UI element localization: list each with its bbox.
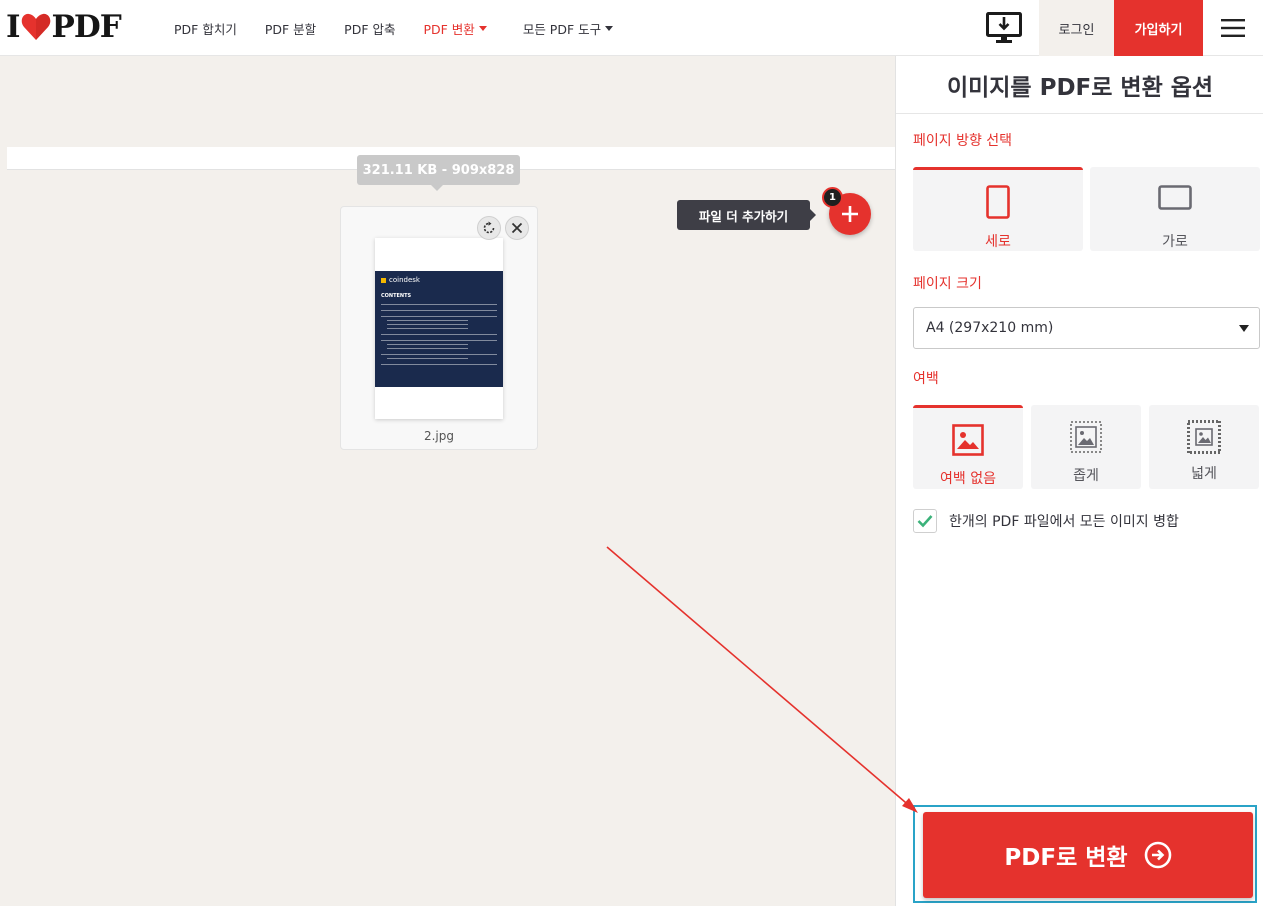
- arrow-right-circle-icon: [1144, 841, 1171, 869]
- margin-big-label: 넓게: [1191, 466, 1217, 482]
- merge-images-option[interactable]: 한개의 PDF 파일에서 모든 이미지 병합: [913, 509, 1179, 533]
- thumbnail-line: [381, 364, 497, 365]
- thumbnail-line: [381, 316, 497, 317]
- menu-icon: [1221, 19, 1245, 37]
- orientation-landscape-label: 가로: [1162, 234, 1188, 250]
- sidebar-title: 이미지를 PDF로 변환 옵션: [896, 56, 1263, 114]
- thumbnail-line: [381, 354, 497, 355]
- orientation-landscape-option[interactable]: 가로: [1090, 167, 1260, 251]
- thumbnail-cover: coindesk CONTENTS: [375, 271, 503, 387]
- desktop-app-button[interactable]: [968, 0, 1039, 56]
- page-size-select[interactable]: A4 (297x210 mm): [913, 307, 1260, 349]
- thumbnail-line: [381, 334, 497, 335]
- file-thumbnail: coindesk CONTENTS: [375, 238, 503, 419]
- plus-icon: [842, 206, 858, 222]
- add-more-tooltip: 파일 더 추가하기: [677, 200, 816, 230]
- convert-button-highlight: PDF로 변환: [913, 805, 1257, 903]
- nav-convert-pdf[interactable]: PDF 변환: [423, 19, 487, 38]
- brand-mark-icon: [381, 277, 386, 283]
- image-no-margin-icon: [952, 422, 984, 458]
- nav-compress-pdf[interactable]: PDF 압축: [344, 19, 395, 38]
- portrait-page-icon: [986, 184, 1010, 219]
- thumbnail-brand: coindesk: [381, 276, 497, 284]
- close-icon: [511, 222, 523, 234]
- caret-down-icon: [478, 25, 487, 31]
- monitor-download-icon: [985, 12, 1022, 43]
- merge-checkbox[interactable]: [913, 509, 937, 533]
- margin-none-label: 여백 없음: [940, 471, 996, 487]
- page-size-label: 페이지 크기: [913, 276, 982, 292]
- ilovepdf-logo[interactable]: I PDF: [6, 9, 122, 45]
- landscape-page-icon: [1158, 181, 1192, 215]
- image-small-margin-icon: [1070, 419, 1102, 455]
- nav-merge-pdf[interactable]: PDF 합치기: [174, 19, 237, 38]
- nav-all-tools-label: 모든 PDF 도구: [522, 21, 602, 37]
- top-header: I PDF PDF 합치기 PDF 분할 PDF 압축 PDF 변환 모든 PD…: [0, 0, 1263, 56]
- options-sidebar: 이미지를 PDF로 변환 옵션 페이지 방향 선택 세로 가로 페이지 크기 A…: [895, 56, 1263, 906]
- thumbnail-line: [381, 304, 497, 305]
- convert-to-pdf-button[interactable]: PDF로 변환: [923, 812, 1253, 898]
- nav-all-tools[interactable]: 모든 PDF 도구: [522, 19, 614, 38]
- orientation-portrait-option[interactable]: 세로: [913, 167, 1083, 251]
- signup-button[interactable]: 가입하기: [1114, 0, 1203, 56]
- heart-icon: [21, 13, 51, 41]
- file-workspace: 321.11 KB - 909x828 coindesk CONTENTS 2.…: [0, 56, 895, 906]
- thumbnail-line: [387, 348, 469, 349]
- page-size-value: A4 (297x210 mm): [926, 320, 1054, 336]
- file-name: 2.jpg: [423, 429, 455, 443]
- caret-down-icon: [1239, 325, 1249, 332]
- merge-checkbox-label: 한개의 PDF 파일에서 모든 이미지 병합: [949, 514, 1179, 530]
- hamburger-menu-button[interactable]: [1203, 0, 1263, 56]
- main-nav: PDF 합치기 PDF 분할 PDF 압축 PDF 변환 모든 PDF 도구: [174, 0, 641, 56]
- image-big-margin-icon: [1187, 419, 1221, 455]
- orientation-portrait-label: 세로: [985, 234, 1011, 250]
- remove-file-button[interactable]: [505, 216, 529, 240]
- nav-convert-label: PDF 변환: [423, 21, 475, 37]
- thumbnail-line: [381, 310, 497, 311]
- thumbnail-line: [387, 324, 469, 325]
- thumbnail-line: [387, 358, 469, 359]
- checkmark-icon: [917, 515, 933, 528]
- rotate-button[interactable]: [477, 216, 501, 240]
- margin-small-option[interactable]: 좁게: [1031, 405, 1141, 489]
- thumbnail-heading: CONTENTS: [381, 293, 412, 299]
- file-card[interactable]: coindesk CONTENTS 2.jpg: [340, 206, 538, 450]
- thumbnail-brand-text: coindesk: [389, 276, 420, 284]
- logo-text-pdf: PDF: [51, 9, 122, 45]
- logo-letter-i: I: [6, 9, 20, 45]
- convert-button-label: PDF로 변환: [1004, 845, 1128, 871]
- file-info-tooltip: 321.11 KB - 909x828: [357, 155, 520, 191]
- margin-label: 여백: [913, 371, 939, 387]
- nav-split-pdf[interactable]: PDF 분할: [265, 19, 316, 38]
- thumbnail-line: [387, 344, 469, 345]
- orientation-label: 페이지 방향 선택: [913, 133, 1013, 149]
- login-button[interactable]: 로그인: [1039, 0, 1114, 56]
- margin-big-option[interactable]: 넓게: [1149, 405, 1259, 489]
- file-count-badge: 1: [822, 187, 843, 208]
- margin-none-option[interactable]: 여백 없음: [913, 405, 1023, 489]
- thumbnail-line: [387, 320, 469, 321]
- thumbnail-line: [387, 328, 469, 329]
- rotate-icon: [483, 221, 495, 234]
- thumbnail-line: [381, 340, 497, 341]
- caret-down-icon: [605, 25, 614, 31]
- margin-small-label: 좁게: [1073, 468, 1099, 484]
